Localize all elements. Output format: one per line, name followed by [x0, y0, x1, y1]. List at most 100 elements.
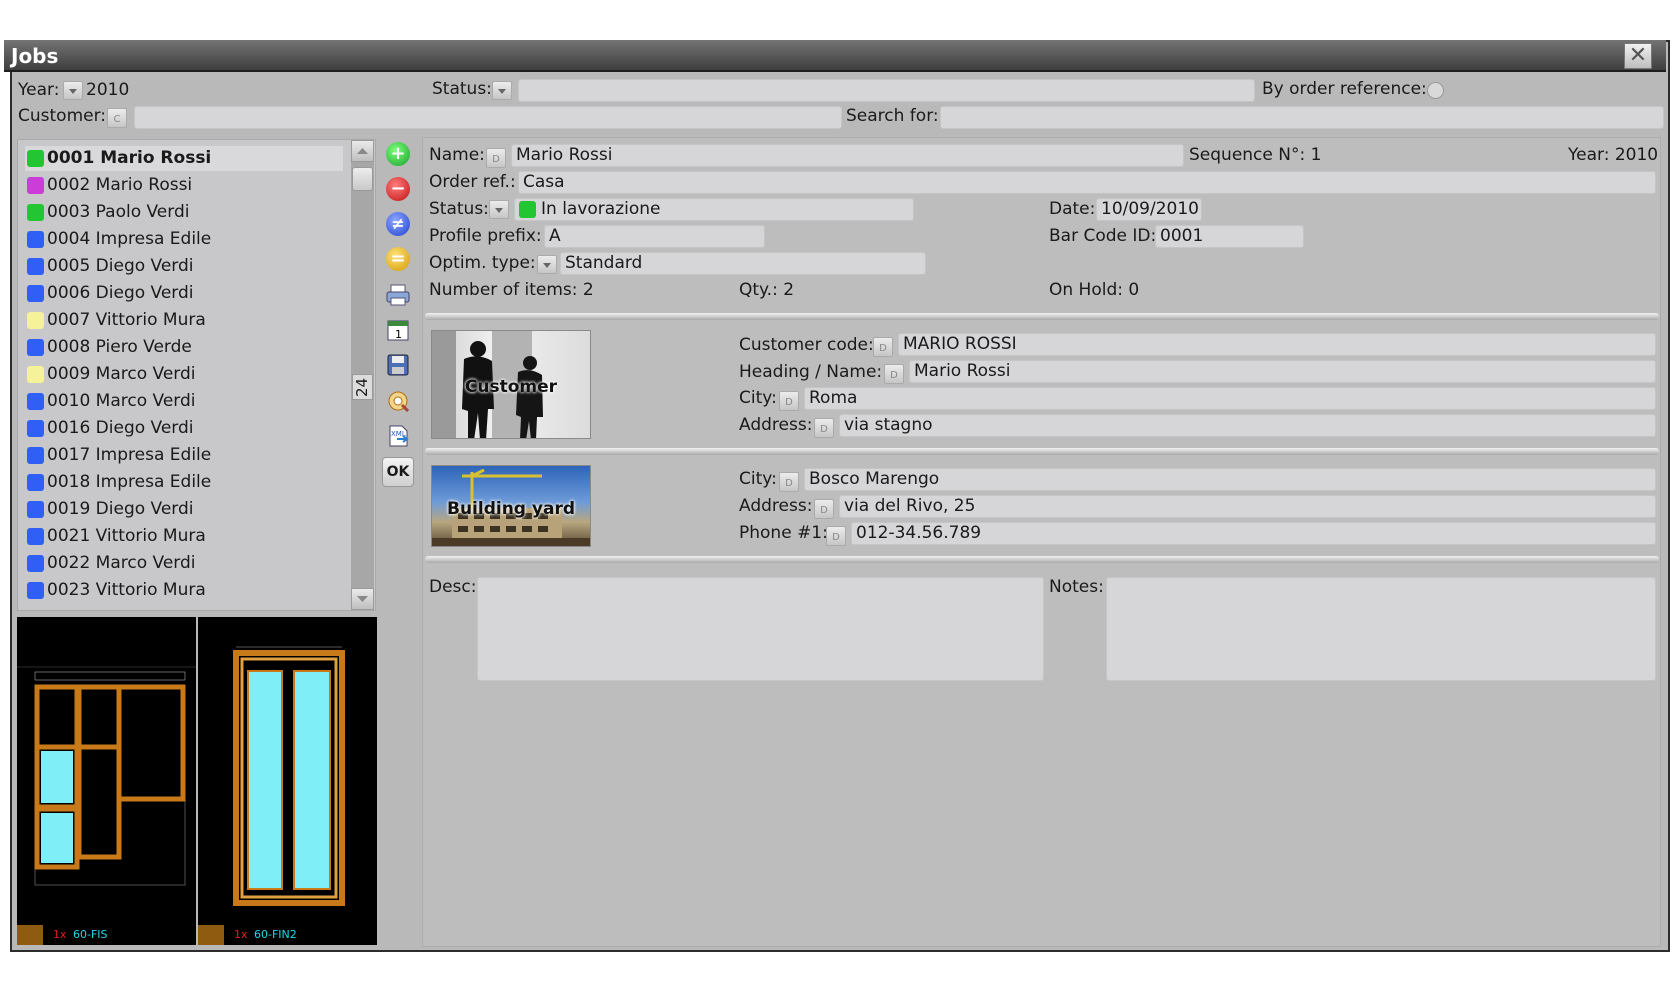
ok-button[interactable]: OK — [382, 457, 414, 487]
list-item[interactable]: 0002 Mario Rossi — [25, 173, 343, 198]
tools-icon[interactable] — [382, 386, 414, 416]
scroll-down-icon[interactable] — [351, 588, 374, 610]
preview-item-1[interactable]: 1x 60-FIS — [17, 617, 196, 945]
separator — [425, 556, 1659, 563]
remove-icon[interactable]: − — [382, 174, 414, 204]
customer-filter-label: Customer: — [18, 106, 107, 126]
job-color-swatch — [27, 501, 44, 518]
preview-color-swatch — [17, 925, 43, 945]
equal-icon[interactable]: = — [382, 244, 414, 274]
scroll-thumb[interactable] — [352, 167, 373, 191]
list-item[interactable]: 0009 Marco Verdi — [25, 362, 343, 387]
desc-textarea[interactable] — [477, 577, 1044, 681]
job-label: 0002 Mario Rossi — [47, 175, 193, 195]
heading-name-d-button[interactable]: D — [884, 364, 904, 384]
scroll-up-icon[interactable] — [351, 140, 374, 162]
customer-code-d-button[interactable]: D — [873, 337, 893, 357]
search-input[interactable] — [940, 106, 1664, 129]
search-label: Search for: — [846, 106, 939, 126]
year-label: Year: — [18, 80, 60, 100]
yard-phone-field[interactable]: 012-34.56.789 — [851, 522, 1656, 545]
list-item[interactable]: 0017 Impresa Edile — [25, 443, 343, 468]
list-item[interactable]: 0003 Paolo Verdi — [25, 200, 343, 225]
date-field[interactable]: 10/09/2010 — [1096, 198, 1202, 221]
preview-item-2[interactable]: 1x 60-FIN2 — [198, 617, 377, 945]
xml-export-icon[interactable]: XML — [382, 421, 414, 451]
list-item[interactable]: 0008 Piero Verde — [25, 335, 343, 360]
list-item[interactable]: 0006 Diego Verdi — [25, 281, 343, 306]
list-item[interactable]: 0016 Diego Verdi — [25, 416, 343, 441]
profile-prefix-label: Profile prefix: — [429, 226, 542, 246]
heading-name-field[interactable]: Mario Rossi — [909, 360, 1656, 383]
year-value[interactable]: 2010 — [86, 78, 129, 102]
status-filter-field[interactable] — [518, 79, 1255, 102]
notes-label: Notes: — [1049, 577, 1104, 597]
list-item[interactable]: 0005 Diego Verdi — [25, 254, 343, 279]
customer-city-field[interactable]: Roma — [804, 387, 1656, 410]
yard-phone-d-button[interactable]: D — [826, 526, 846, 546]
optim-type-field[interactable]: Standard — [560, 252, 926, 275]
yard-city-d-button[interactable]: D — [779, 472, 799, 492]
notes-textarea[interactable] — [1106, 577, 1656, 681]
name-field[interactable]: Mario Rossi — [511, 144, 1184, 167]
list-item[interactable]: 0007 Vittorio Mura — [25, 308, 343, 333]
list-item[interactable]: 0018 Impresa Edile — [25, 470, 343, 495]
customer-select-button[interactable]: C — [107, 108, 127, 128]
list-item[interactable]: 0001 Mario Rossi — [25, 146, 343, 171]
preview-qty: 1x — [53, 928, 67, 941]
customer-address-d-button[interactable]: D — [814, 418, 834, 438]
year-dropdown-icon[interactable] — [63, 81, 83, 100]
job-label: 0004 Impresa Edile — [47, 229, 212, 249]
job-status-value: In lavorazione — [541, 199, 661, 219]
calendar-icon[interactable]: 1 — [382, 315, 414, 345]
by-order-ref-radio[interactable] — [1427, 82, 1444, 99]
separator — [425, 448, 1659, 455]
save-icon[interactable] — [382, 350, 414, 380]
job-color-swatch — [27, 447, 44, 464]
yard-address-field[interactable]: via del Rivo, 25 — [839, 495, 1656, 518]
customer-filter-field[interactable] — [134, 106, 842, 129]
job-color-swatch — [27, 528, 44, 545]
status-filter-dropdown-icon[interactable] — [492, 81, 512, 100]
print-icon[interactable] — [382, 280, 414, 310]
job-color-swatch — [27, 366, 44, 383]
list-item[interactable]: 0022 Marco Verdi — [25, 551, 343, 576]
preview-color-swatch — [198, 925, 224, 945]
add-icon[interactable]: + — [382, 139, 414, 169]
order-ref-field[interactable]: Casa — [518, 171, 1656, 194]
barcode-field[interactable]: 0001 — [1155, 225, 1304, 248]
list-item[interactable]: 0019 Diego Verdi — [25, 497, 343, 522]
job-status-label: Status: — [429, 199, 489, 219]
job-status-field[interactable]: In lavorazione — [514, 198, 914, 221]
yard-city-field[interactable]: Bosco Marengo — [804, 468, 1656, 491]
status-filter-label: Status: — [432, 79, 492, 99]
title-bar: Jobs ✕ — [4, 40, 1666, 72]
customer-address-field[interactable]: via stagno — [839, 414, 1656, 437]
list-item[interactable]: 0023 Vittorio Mura — [25, 578, 343, 603]
customer-city-d-button[interactable]: D — [779, 391, 799, 411]
by-order-ref-label: By order reference: — [1262, 79, 1427, 99]
job-label: 0008 Piero Verde — [47, 337, 192, 357]
list-item[interactable]: 0010 Marco Verdi — [25, 389, 343, 414]
job-color-swatch — [27, 258, 44, 275]
job-label: 0023 Vittorio Mura — [47, 580, 206, 600]
building-yard-image-caption: Building yard — [446, 499, 575, 519]
svg-text:1: 1 — [395, 328, 402, 341]
job-color-swatch — [27, 420, 44, 437]
job-status-dropdown-icon[interactable] — [489, 200, 509, 219]
not-equal-icon[interactable]: ≠ — [382, 209, 414, 239]
job-list-scrollbar[interactable]: 24 — [351, 140, 374, 610]
profile-prefix-field[interactable]: A — [544, 225, 765, 248]
job-color-swatch — [27, 204, 44, 221]
customer-city-label: City: — [739, 388, 777, 408]
close-icon[interactable]: ✕ — [1624, 43, 1652, 69]
list-item[interactable]: 0021 Vittorio Mura — [25, 524, 343, 549]
job-label: 0021 Vittorio Mura — [47, 526, 206, 546]
yard-address-label: Address: — [739, 496, 813, 516]
name-d-button[interactable]: D — [486, 148, 506, 168]
optim-type-dropdown-icon[interactable] — [537, 255, 557, 274]
yard-address-d-button[interactable]: D — [814, 499, 834, 519]
customer-code-field[interactable]: MARIO ROSSI — [898, 333, 1656, 356]
list-item[interactable]: 0004 Impresa Edile — [25, 227, 343, 252]
job-label: 0017 Impresa Edile — [47, 445, 212, 465]
